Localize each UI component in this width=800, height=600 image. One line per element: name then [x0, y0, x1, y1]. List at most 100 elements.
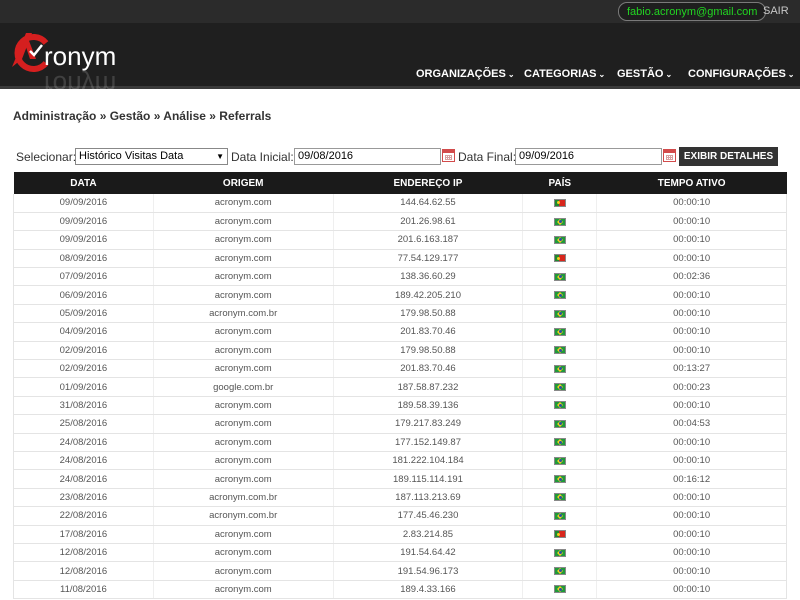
calendar-icon[interactable]: [663, 149, 676, 162]
cell-active-time: 00:00:10: [596, 304, 787, 324]
nav-categorias[interactable]: CATEGORIAS ⌄: [524, 67, 605, 82]
table-row: 08/09/2016 acronym.com 77.54.129.177 00:00:…: [13, 249, 787, 269]
start-date-input[interactable]: 09/08/2016: [294, 148, 441, 165]
brazil-flag-icon: [553, 511, 566, 520]
cell-active-time: 00:00:10: [596, 396, 787, 416]
table-body: 09/09/2016 acronym.com 144.64.62.55 00:00:1…: [13, 194, 787, 600]
cell-ip: 187.113.213.69: [332, 488, 523, 508]
cell-ip: 179.98.50.88: [332, 341, 523, 361]
cell-date: 01/09/2016: [13, 377, 154, 397]
brazil-flag-icon: [553, 585, 566, 594]
col-header-country: PAÍS: [522, 172, 597, 194]
brazil-flag-icon: [553, 291, 566, 300]
cell-origin: acronym.com: [152, 433, 334, 452]
cell-active-time: 00:13:27: [596, 359, 787, 379]
cell-country: [522, 396, 597, 416]
cell-ip: 77.54.129.177: [332, 249, 523, 269]
header: ronym ronym ORGANIZAÇÕES ⌄ CATEGORIAS ⌄ GE…: [0, 23, 800, 100]
table-row: 24/08/2016 acronym.com 177.152.149.87 00:00…: [13, 433, 787, 452]
cell-country: [522, 469, 597, 489]
table-row: 02/09/2016 acronym.com 201.83.70.46 00:13:2…: [13, 359, 787, 379]
cell-active-time: 00:00:10: [596, 341, 787, 361]
cell-active-time: 00:00:23: [596, 377, 787, 397]
breadcrumb: Administração » Gestão » Análise » Refer…: [13, 109, 272, 123]
cell-date: 12/08/2016: [13, 561, 154, 581]
table-row: 12/08/2016 acronym.com 191.54.96.173 00:00:…: [13, 561, 787, 581]
cell-country: [522, 561, 597, 581]
cell-date: 07/09/2016: [13, 267, 154, 287]
cell-date: 02/09/2016: [13, 359, 154, 379]
user-email-badge[interactable]: fabio.acronym@gmail.com: [618, 2, 767, 21]
cell-active-time: 00:00:10: [596, 230, 787, 250]
cell-date: 22/08/2016: [13, 506, 154, 526]
cell-origin: acronym.com: [152, 230, 334, 250]
referrals-table: DATA ORIGEM ENDEREÇO IP PAÍS TEMPO ATIVO…: [13, 172, 787, 600]
cell-origin: acronym.com: [152, 414, 334, 434]
nav-configuracoes[interactable]: CONFIGURAÇÕES ⌄: [688, 67, 794, 82]
logo-reflection: ronym: [44, 70, 117, 100]
cell-active-time: 00:00:10: [596, 580, 787, 600]
filter-bar: Selecionar: Histórico Visitas Data ▼ Dat…: [0, 147, 800, 166]
cell-country: [522, 212, 597, 232]
cell-origin: acronym.com: [152, 469, 334, 489]
cell-origin: acronym.com: [152, 359, 334, 379]
cell-ip: 2.83.214.85: [332, 525, 523, 544]
table-row: 24/08/2016 acronym.com 189.115.114.191 00:1…: [13, 469, 787, 489]
cell-date: 11/08/2016: [13, 580, 154, 600]
table-row: 09/09/2016 acronym.com 144.64.62.55 00:00:1…: [13, 194, 787, 213]
cell-ip: 179.217.83.249: [332, 414, 523, 434]
cell-date: 06/09/2016: [13, 285, 154, 305]
cell-origin: acronym.com: [152, 451, 334, 471]
brazil-flag-icon: [553, 456, 566, 465]
nav-organizacoes[interactable]: ORGANIZAÇÕES ⌄: [416, 67, 515, 82]
table-row: 24/08/2016 acronym.com 181.222.104.184 00:0…: [13, 451, 787, 471]
nav-label: ORGANIZAÇÕES: [416, 68, 506, 80]
end-date-input[interactable]: 09/09/2016: [515, 148, 662, 165]
cell-date: 09/09/2016: [13, 230, 154, 250]
cell-date: 08/09/2016: [13, 249, 154, 269]
table-row: 09/09/2016 acronym.com 201.6.163.187 00:00:…: [13, 230, 787, 250]
show-details-button[interactable]: EXIBIR DETALHES: [679, 147, 778, 166]
cell-active-time: 00:00:10: [596, 433, 787, 452]
cell-date: 04/09/2016: [13, 322, 154, 342]
logout-link[interactable]: SAIR: [763, 4, 789, 19]
cell-country: [522, 377, 597, 397]
report-type-select[interactable]: Histórico Visitas Data ▼: [75, 148, 228, 165]
table-row: 31/08/2016 acronym.com 189.58.39.136 00:00:…: [13, 396, 787, 416]
brazil-flag-icon: [553, 309, 566, 318]
cell-active-time: 00:00:10: [596, 506, 787, 526]
table-row: 01/09/2016 google.com.br 187.58.87.232 00:0…: [13, 377, 787, 397]
nav-gestao[interactable]: GESTÃO ⌄: [617, 67, 672, 82]
brazil-flag-icon: [553, 383, 566, 392]
chevron-down-icon: ⌄: [507, 70, 515, 79]
table-row: 23/08/2016 acronym.com.br 187.113.213.69 00…: [13, 488, 787, 508]
cell-ip: 138.36.60.29: [332, 267, 523, 287]
cell-ip: 191.54.96.173: [332, 561, 523, 581]
col-header-origin: ORIGEM: [153, 172, 334, 194]
cell-active-time: 00:00:10: [596, 285, 787, 305]
dropdown-arrow-icon: ▼: [216, 152, 224, 161]
cell-country: [522, 230, 597, 250]
top-bar: fabio.acronym@gmail.com SAIR: [0, 0, 800, 23]
cell-origin: acronym.com.br: [152, 304, 334, 324]
cell-ip: 189.58.39.136: [332, 396, 523, 416]
cell-date: 24/08/2016: [13, 433, 154, 452]
cell-date: 25/08/2016: [13, 414, 154, 434]
brazil-flag-icon: [553, 493, 566, 502]
cell-country: [522, 249, 597, 269]
nav-label: CONFIGURAÇÕES: [688, 68, 786, 80]
cell-origin: acronym.com: [152, 341, 334, 361]
cell-origin: acronym.com: [152, 543, 334, 563]
logo[interactable]: ronym ronym: [10, 25, 140, 100]
cell-ip: 189.115.114.191: [332, 469, 523, 489]
cell-country: [522, 414, 597, 434]
cell-ip: 177.45.46.230: [332, 506, 523, 526]
calendar-icon[interactable]: [442, 149, 455, 162]
nav-label: CATEGORIAS: [524, 68, 597, 80]
cell-active-time: 00:00:10: [596, 212, 787, 232]
brazil-flag-icon: [553, 272, 566, 281]
cell-origin: acronym.com: [152, 580, 334, 600]
table-row: 12/08/2016 acronym.com 191.54.64.42 00:00:1…: [13, 543, 787, 563]
cell-ip: 201.83.70.46: [332, 322, 523, 342]
cell-active-time: 00:16:12: [596, 469, 787, 489]
